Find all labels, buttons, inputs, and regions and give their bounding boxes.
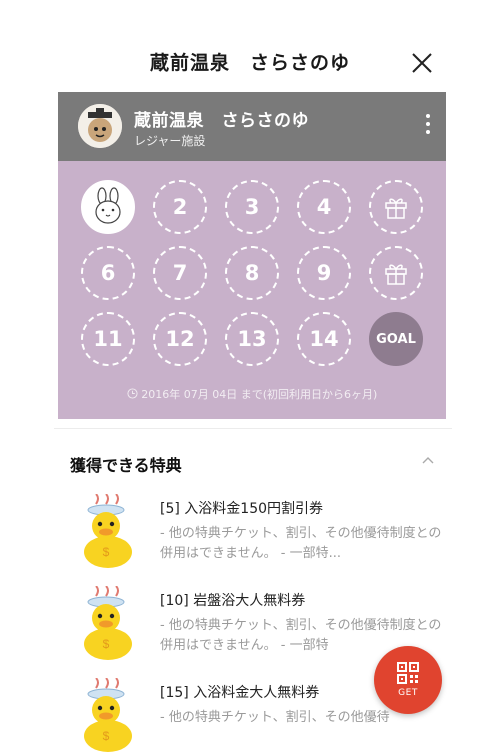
stamp-gift <box>369 246 423 300</box>
stamp-slot: 4 <box>297 180 351 234</box>
chevron-up-icon <box>422 457 434 464</box>
reward-item[interactable]: $ [5] 入浴料金150円割引券 - 他の特典チケット、割引、その他優待制度との併… <box>76 494 441 584</box>
stamp-card: 蔵前温泉 さらさのゆ レジャー施設 2 3 4 6 7 8 9 11 12 13 14 GOAL 20… <box>58 92 446 419</box>
gift-icon <box>385 264 407 285</box>
reward-title: [10] 岩盤浴大人無料券 <box>160 593 306 609</box>
card-header: 蔵前温泉 さらさのゆ レジャー施設 <box>58 92 446 161</box>
duck-icon: $ <box>84 678 132 752</box>
stamp-slot: 11 <box>81 312 135 366</box>
collapse-button[interactable] <box>419 452 437 470</box>
stamp-slot: 12 <box>153 312 207 366</box>
section-divider <box>54 428 452 429</box>
stamp-slot: 7 <box>153 246 207 300</box>
card-title: 蔵前温泉 さらさのゆ <box>134 111 309 131</box>
stamp-slot: 9 <box>297 246 351 300</box>
qr-code-icon <box>397 662 419 684</box>
stamp-slot: 14 <box>297 312 351 366</box>
svg-text:$: $ <box>103 545 110 559</box>
reward-title: [15] 入浴料金大人無料券 <box>160 685 320 701</box>
shop-avatar <box>78 104 122 148</box>
mascot-icon <box>78 104 122 148</box>
duck-icon: $ <box>84 494 132 568</box>
get-label: GET <box>398 688 418 698</box>
svg-text:$: $ <box>103 729 110 743</box>
top-bar: 蔵前温泉 さらさのゆ <box>0 0 500 90</box>
more-menu-button[interactable] <box>420 112 436 142</box>
stamp-slot: 6 <box>81 246 135 300</box>
close-button[interactable] <box>407 48 437 78</box>
stamp-slot: 8 <box>225 246 279 300</box>
close-icon <box>412 53 432 73</box>
reward-title: [5] 入浴料金150円割引券 <box>160 501 324 517</box>
reward-description: - 他の特典チケット、割引、その他優待制度との併用はできません。 - 一部特..… <box>160 526 442 561</box>
more-icon <box>426 114 430 118</box>
stamp-gift <box>369 180 423 234</box>
clock-icon <box>127 388 138 399</box>
duck-icon: $ <box>84 586 132 660</box>
stamp-goal: GOAL <box>369 312 423 366</box>
get-button[interactable]: GET <box>374 646 442 714</box>
card-category: レジャー施設 <box>134 134 206 148</box>
svg-text:$: $ <box>103 637 110 651</box>
stamp-slot: 3 <box>225 180 279 234</box>
rewards-section-title: 獲得できる特典 <box>70 456 182 475</box>
reward-description: - 他の特典チケット、割引、その他優待 <box>160 710 390 725</box>
stamp-slot: 13 <box>225 312 279 366</box>
expiry-text: 2016年 07月 04日 まで(初回利用日から6ヶ月) <box>58 386 446 402</box>
bunny-stamp-icon <box>95 187 121 224</box>
stamp-collected <box>81 180 135 234</box>
gift-icon <box>385 198 407 219</box>
stamp-slot: 2 <box>153 180 207 234</box>
